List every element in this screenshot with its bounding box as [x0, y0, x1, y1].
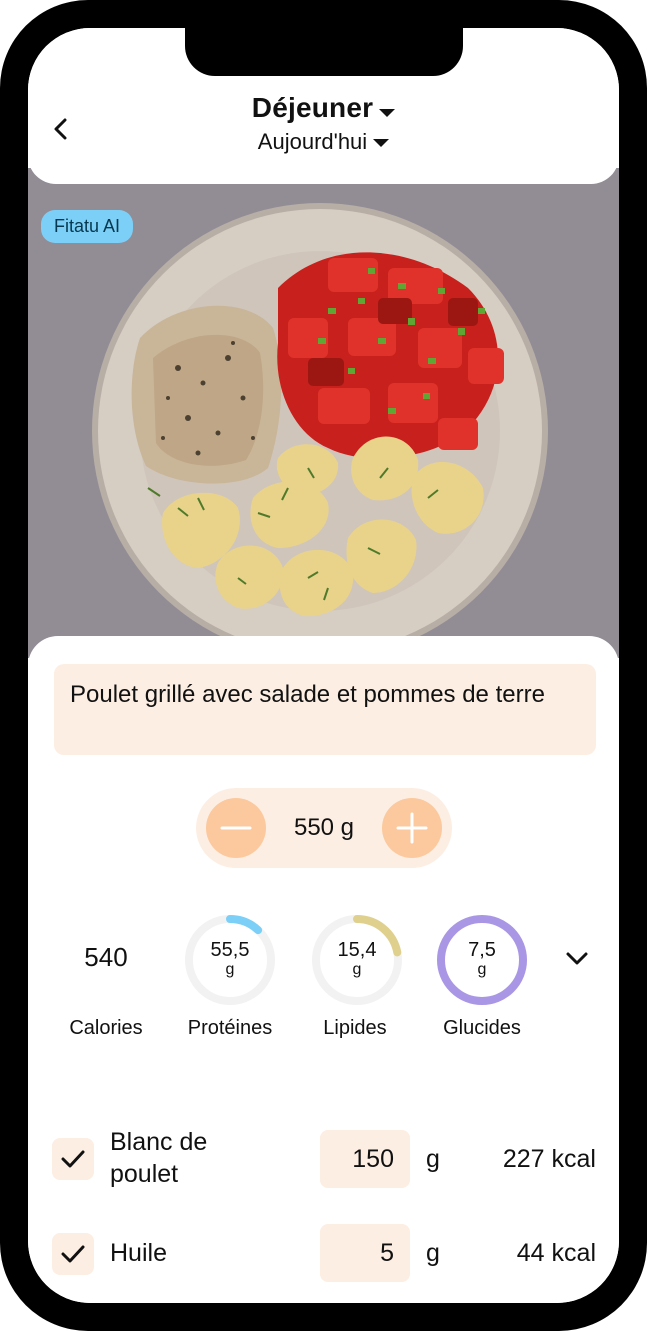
chevron-down-icon	[373, 139, 390, 148]
portion-stepper: 550 g	[196, 788, 452, 868]
lipids-label: Lipides	[323, 1017, 387, 1039]
carbs-unit: g	[477, 961, 487, 978]
ingredient-kcal: 44 kcal	[516, 1239, 596, 1267]
checkmark-icon	[61, 1245, 85, 1263]
date-selector[interactable]: Aujourd'hui	[28, 129, 619, 155]
meal-details-card: Poulet grillé avec salade et pommes de t…	[28, 636, 619, 1303]
lipids-unit: g	[352, 961, 362, 978]
ingredient-checkbox[interactable]	[52, 1138, 94, 1180]
meal-selector[interactable]: Déjeuner	[28, 92, 619, 124]
meal-description-field[interactable]: Poulet grillé avec salade et pommes de t…	[54, 664, 596, 755]
ingredient-checkbox[interactable]	[52, 1233, 94, 1275]
carbs-ring: 7,5 g	[434, 912, 530, 1008]
decrease-button[interactable]	[206, 798, 266, 858]
ai-badge: Fitatu AI	[41, 210, 134, 243]
ingredient-row: Blanc de poulet 150 g 227 kcal	[28, 1122, 619, 1202]
increase-button[interactable]	[382, 798, 442, 858]
ingredient-quantity-input[interactable]: 5	[320, 1224, 410, 1282]
camera-notch	[185, 28, 463, 76]
carbs-value: 7,5	[468, 939, 496, 961]
lipids-value: 15,4	[337, 939, 377, 961]
ingredient-kcal: 227 kcal	[502, 1145, 596, 1173]
proteins-value: 55,5	[210, 939, 250, 961]
ingredient-name: Blanc de poulet	[110, 1128, 208, 1188]
ingredient-unit: g	[426, 1145, 440, 1173]
chevron-down-icon	[379, 108, 396, 117]
proteins-ring: 55,5 g	[182, 912, 278, 1008]
ingredient-quantity-input[interactable]: 150	[320, 1130, 410, 1188]
plus-icon	[396, 812, 428, 844]
carbs-label: Glucides	[443, 1017, 521, 1039]
ingredient-row: Huile 5 g 44 kcal	[28, 1224, 619, 1290]
minus-icon	[220, 826, 252, 830]
lipids-ring: 15,4 g	[309, 912, 405, 1008]
calories-label: Calories	[69, 1017, 143, 1039]
page-title: Déjeuner	[251, 92, 374, 123]
macros-summary: 540 Calories 55,5 g Protéines 15,4 g Lip	[28, 912, 619, 1039]
ingredient-unit: g	[426, 1239, 440, 1267]
ingredient-name: Huile	[110, 1239, 167, 1267]
date-label: Aujourd'hui	[257, 129, 368, 154]
checkmark-icon	[61, 1150, 85, 1168]
expand-chevron-icon[interactable]	[564, 948, 590, 968]
proteins-label: Protéines	[187, 1017, 273, 1039]
proteins-unit: g	[225, 961, 235, 978]
portion-value[interactable]: 550 g	[266, 788, 382, 868]
screen: Fitatu AI Déjeuner Aujourd'hui Poulet gr…	[28, 28, 619, 1303]
calories-value: 540	[84, 942, 128, 972]
